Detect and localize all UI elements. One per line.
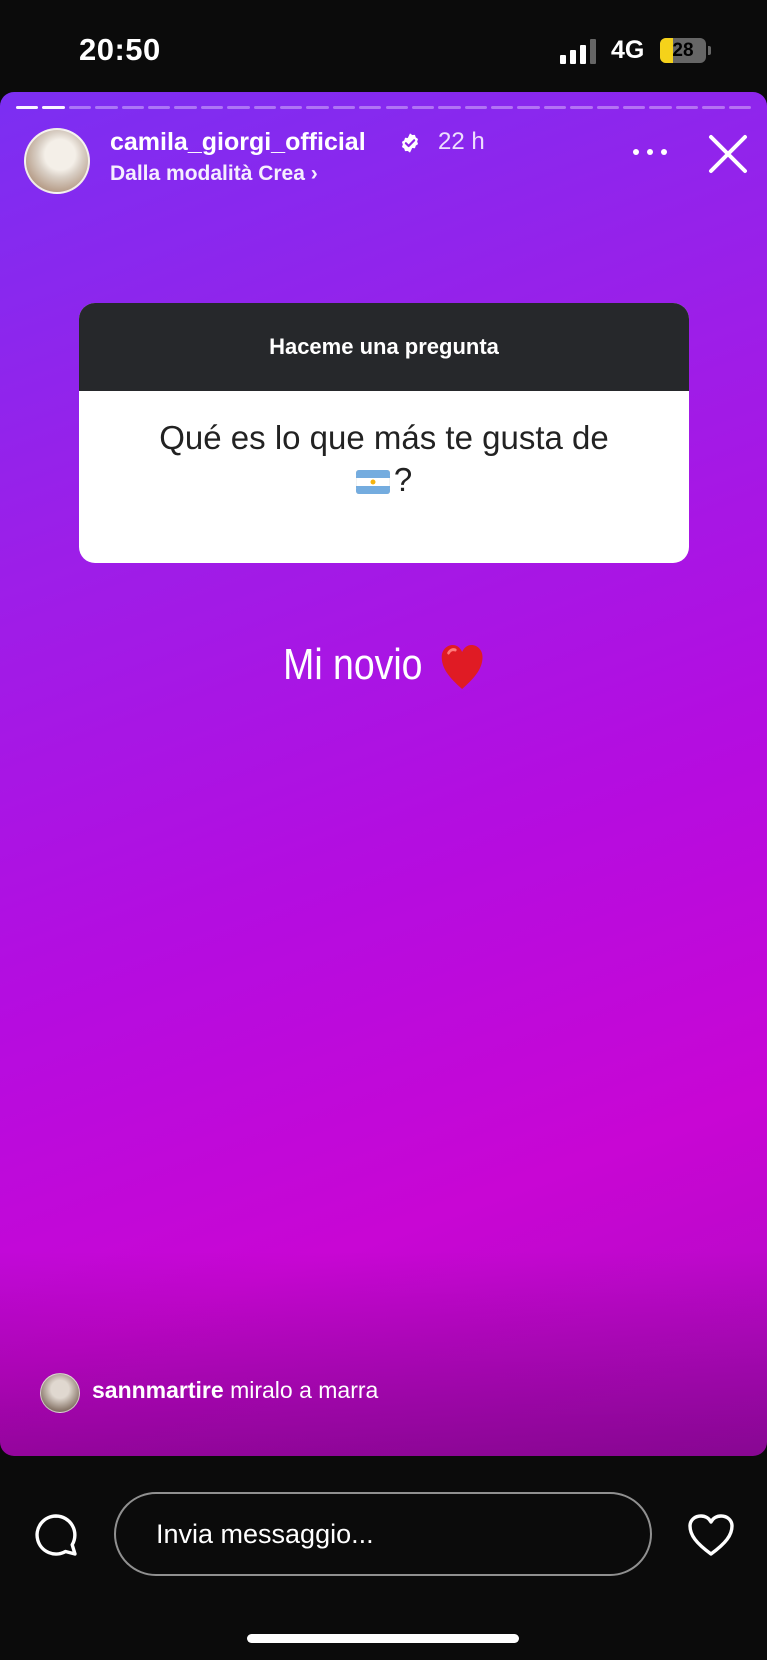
battery-icon: 28 — [660, 38, 706, 63]
story-progress-segment — [95, 106, 118, 109]
story-progress-segment — [332, 106, 356, 109]
battery-tip — [708, 46, 711, 55]
story-progress-segment — [200, 106, 224, 109]
story-progress-segment — [623, 106, 646, 109]
network-type: 4G — [611, 36, 645, 64]
create-mode-link[interactable]: Dalla modalità Crea › — [110, 162, 318, 186]
story-progress-segment — [464, 106, 488, 109]
reply-username[interactable]: sannmartire — [92, 1377, 224, 1403]
story-progress-segment — [174, 106, 197, 109]
story-progress-segment — [121, 106, 144, 109]
story-progress-segment — [42, 106, 65, 109]
red-heart-icon — [441, 645, 483, 690]
story-viewer[interactable]: camila_giorgi_official 22 h Dalla modali… — [0, 92, 767, 1456]
question-sticker: Haceme una pregunta Qué es lo que más te… — [79, 303, 689, 563]
question-text: Qué es lo que más te gusta de ? — [79, 391, 689, 501]
story-progress-segment — [411, 106, 435, 109]
story-progress-segment — [359, 106, 382, 109]
story-progress-segment — [517, 106, 540, 109]
close-icon[interactable] — [706, 132, 750, 176]
author-avatar[interactable] — [24, 128, 90, 194]
story-progress-segment — [596, 106, 620, 109]
more-options-icon[interactable] — [630, 140, 670, 164]
answer-text-block: Mi novio — [58, 640, 710, 691]
question-line-1: Qué es lo que más te gusta de — [159, 419, 609, 456]
message-input[interactable]: Invia messaggio... — [114, 1492, 652, 1576]
story-progress-segment — [227, 106, 250, 109]
bottom-bar: Invia messaggio... — [0, 1456, 767, 1660]
story-progress-segment — [702, 106, 725, 109]
home-indicator[interactable] — [247, 1634, 519, 1643]
story-progress-segment — [728, 106, 751, 109]
story-progress-segment — [253, 106, 276, 109]
signal-icon — [560, 38, 600, 64]
author-username[interactable]: camila_giorgi_official — [110, 128, 366, 157]
story-progress-segment — [491, 106, 514, 109]
reply-text: miralo a marra — [230, 1377, 379, 1403]
story-progress-segment — [675, 106, 699, 109]
story-progress-segment — [385, 106, 408, 109]
story-progress-segment — [16, 106, 39, 109]
verified-badge-icon — [401, 133, 419, 153]
argentina-flag-icon — [355, 470, 390, 495]
question-line-2: ? — [393, 461, 413, 498]
story-progress-segment — [279, 106, 303, 109]
story-time-ago: 22 h — [438, 128, 485, 155]
heart-outline-icon[interactable] — [687, 1512, 735, 1558]
status-bar: 20:50 4G 28 — [0, 0, 767, 92]
reply-user-avatar[interactable] — [40, 1373, 80, 1413]
battery-level: 28 — [672, 40, 694, 61]
question-sticker-header: Haceme una pregunta — [79, 303, 689, 391]
story-progress-segment — [649, 106, 672, 109]
story-progress-segment — [68, 106, 92, 109]
story-progress-segment — [438, 106, 461, 109]
story-progress-segment — [543, 106, 567, 109]
story-progress-segment — [306, 106, 329, 109]
reply-comment: sannmartire miralo a marra — [92, 1377, 378, 1404]
story-progress-segment — [147, 106, 171, 109]
story-progress-bar — [16, 106, 751, 110]
chat-bubble-icon[interactable] — [33, 1512, 79, 1558]
answer-text: Mi novio — [283, 640, 423, 689]
status-time: 20:50 — [79, 32, 161, 67]
story-progress-segment — [570, 106, 593, 109]
